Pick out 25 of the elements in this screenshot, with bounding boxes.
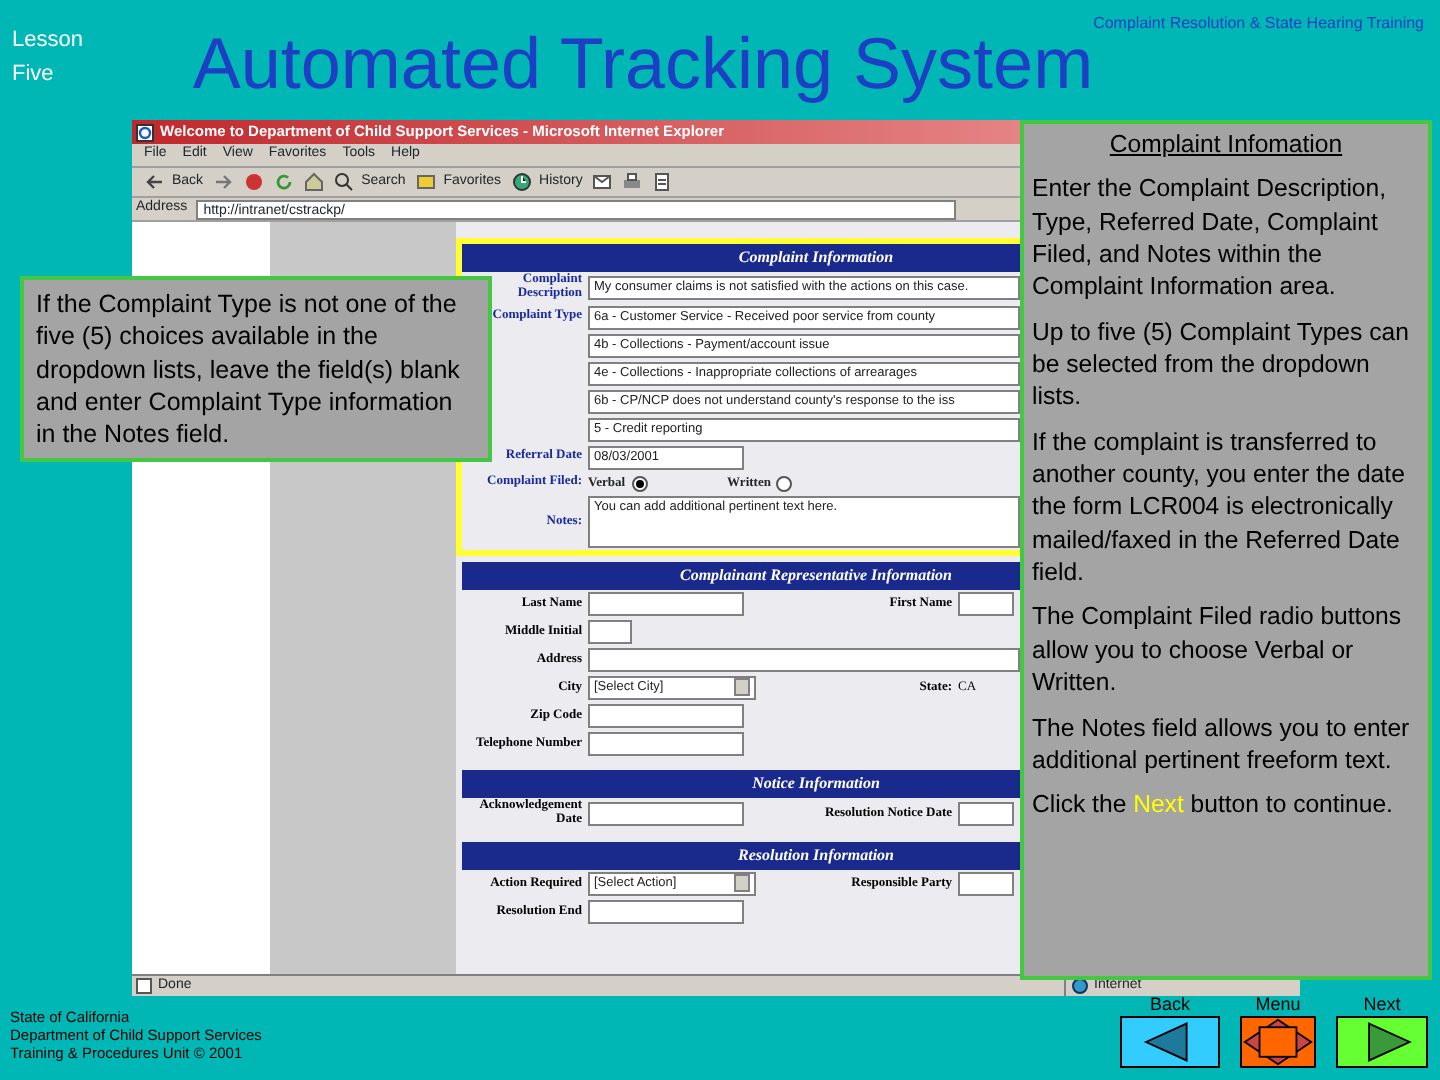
refresh-icon[interactable] (273, 172, 294, 192)
clock-icon (511, 172, 532, 192)
printer-icon[interactable] (622, 172, 643, 192)
folder-icon (415, 172, 436, 192)
home-icon[interactable] (303, 172, 324, 192)
next-button[interactable]: Next (1336, 996, 1428, 1068)
back-button[interactable]: Back (1120, 996, 1220, 1068)
callout-note: If the Complaint Type is not one of the five (5) choices available in the dropdown lists, leave the field(s) blank and enter Complaint Type information in the Notes field. (20, 276, 492, 463)
search-icon (333, 172, 354, 192)
document-icon[interactable] (652, 172, 673, 192)
instruction-text: Up to five (5) Complaint Types can be selected from the dropdown lists. (1032, 315, 1411, 414)
instruction-text: The Complaint Filed radio buttons allow you to choose Verbal or Written. (1032, 600, 1404, 699)
envelope-icon[interactable] (592, 172, 613, 192)
forward-arrow-icon[interactable] (213, 172, 234, 192)
menu-button[interactable]: Menu (1240, 996, 1316, 1068)
lesson-label: Lesson Five (12, 26, 85, 89)
panel-heading: Complaint Infomation (1107, 128, 1345, 161)
radio-button[interactable] (776, 475, 793, 491)
browser-logo-icon (136, 123, 154, 141)
page-icon (136, 978, 152, 994)
course-title: Complaint Resolution & State Hearing Training (1093, 12, 1426, 36)
back-arrow-icon (144, 172, 164, 192)
stop-icon[interactable] (243, 172, 264, 192)
radio-button[interactable] (631, 475, 648, 491)
slide-title: Automated Tracking System (192, 28, 1094, 100)
